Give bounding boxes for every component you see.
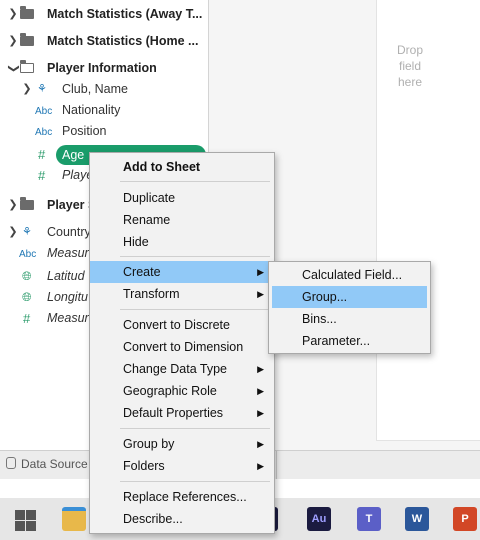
chevron-right-icon[interactable]: ❯ [22,79,32,100]
hierarchy-icon: ⚘ [37,83,47,95]
file-explorer-icon[interactable] [62,507,86,531]
menu-transform[interactable]: Transform ▶ [90,283,274,305]
menu-convert-to-dimension[interactable]: Convert to Dimension [90,336,274,358]
number-type-icon: # [38,168,46,183]
number-type-icon: # [23,311,31,326]
folder-player-information[interactable]: ❯ Player Information [0,58,208,79]
drop-field-hint: Drop field here [396,43,423,89]
submenu-arrow-icon: ▶ [257,289,264,299]
hierarchy-icon: ⚘ [22,226,32,238]
submenu-calculated-field[interactable]: Calculated Field... [269,264,430,286]
submenu-arrow-icon: ▶ [257,364,264,374]
field-label: Age [62,148,85,162]
field-label: Country [47,225,91,239]
chevron-right-icon[interactable]: ❯ [8,222,18,243]
folder-icon [20,33,34,46]
menu-default-properties[interactable]: Default Properties ▶ [90,402,274,424]
string-type-icon: Abc [19,249,37,260]
menu-add-to-sheet[interactable]: Add to Sheet [90,156,274,178]
field-club-name[interactable]: ❯ ⚘ Club, Name [0,79,208,100]
word-icon[interactable]: W [405,507,429,531]
chevron-right-icon[interactable]: ❯ [8,31,18,52]
teams-icon[interactable]: T [357,507,381,531]
menu-separator [120,256,270,257]
folder-label: Match Statistics (Home ... [47,34,199,48]
menu-separator [120,428,270,429]
adobe-audition-icon[interactable]: Au [307,507,331,531]
menu-replace-references[interactable]: Replace References... [90,486,274,508]
folder-match-stats-away[interactable]: ❯ Match Statistics (Away T... [0,4,208,25]
menu-hide[interactable]: Hide [90,231,274,253]
menu-rename[interactable]: Rename [90,209,274,231]
menu-separator [120,481,270,482]
field-label: Nationality [62,103,121,117]
powerpoint-icon[interactable]: P [453,507,477,531]
number-type-icon: # [38,147,46,162]
string-type-icon: Abc [35,127,53,138]
drop-field-zone[interactable]: Drop field here [376,0,480,441]
submenu-parameter[interactable]: Parameter... [269,330,430,352]
chevron-right-icon[interactable]: ❯ [8,4,18,25]
submenu-arrow-icon: ▶ [257,386,264,396]
folder-label: Match Statistics (Away T... [47,7,203,21]
chevron-right-icon[interactable]: ❯ [8,195,18,216]
folder-label: Player Information [47,61,157,75]
submenu-arrow-icon: ▶ [257,461,264,471]
menu-separator [120,181,270,182]
menu-separator [120,309,270,310]
menu-describe[interactable]: Describe... [90,508,274,530]
field-label: Longitu [47,290,89,304]
folder-open-icon [20,60,34,73]
tab-data-source[interactable]: Data Source [6,457,88,471]
folder-icon [20,6,34,19]
submenu-arrow-icon: ▶ [257,267,264,277]
field-label: Latitud [47,269,85,283]
field-position[interactable]: Abc Position [0,121,208,142]
submenu-arrow-icon: ▶ [257,439,264,449]
field-label: Club, Name [62,82,128,96]
field-label: Measur [47,311,89,325]
globe-icon: 🌐︎ [22,290,32,304]
windows-start-icon[interactable] [12,507,36,531]
field-nationality[interactable]: Abc Nationality [0,100,208,121]
menu-convert-to-discrete[interactable]: Convert to Discrete [90,314,274,336]
submenu-bins[interactable]: Bins... [269,308,430,330]
submenu-group[interactable]: Group... [272,286,427,308]
menu-group-by[interactable]: Group by ▶ [90,433,274,455]
folder-match-stats-home[interactable]: ❯ Match Statistics (Home ... [0,31,208,52]
menu-folders[interactable]: Folders ▶ [90,455,274,477]
menu-geographic-role[interactable]: Geographic Role ▶ [90,380,274,402]
field-label: Position [62,124,107,138]
field-label: Measur [47,246,89,260]
folder-icon [20,197,34,210]
create-submenu: Calculated Field... Group... Bins... Par… [268,261,431,354]
tab-divider [276,451,277,479]
submenu-arrow-icon: ▶ [257,408,264,418]
menu-duplicate[interactable]: Duplicate [90,187,274,209]
database-icon [6,457,16,469]
string-type-icon: Abc [35,106,53,117]
globe-icon: 🌐︎ [22,269,32,283]
menu-create[interactable]: Create ▶ [90,261,274,283]
menu-change-data-type[interactable]: Change Data Type ▶ [90,358,274,380]
field-context-menu: Add to Sheet Duplicate Rename Hide Creat… [89,152,275,534]
